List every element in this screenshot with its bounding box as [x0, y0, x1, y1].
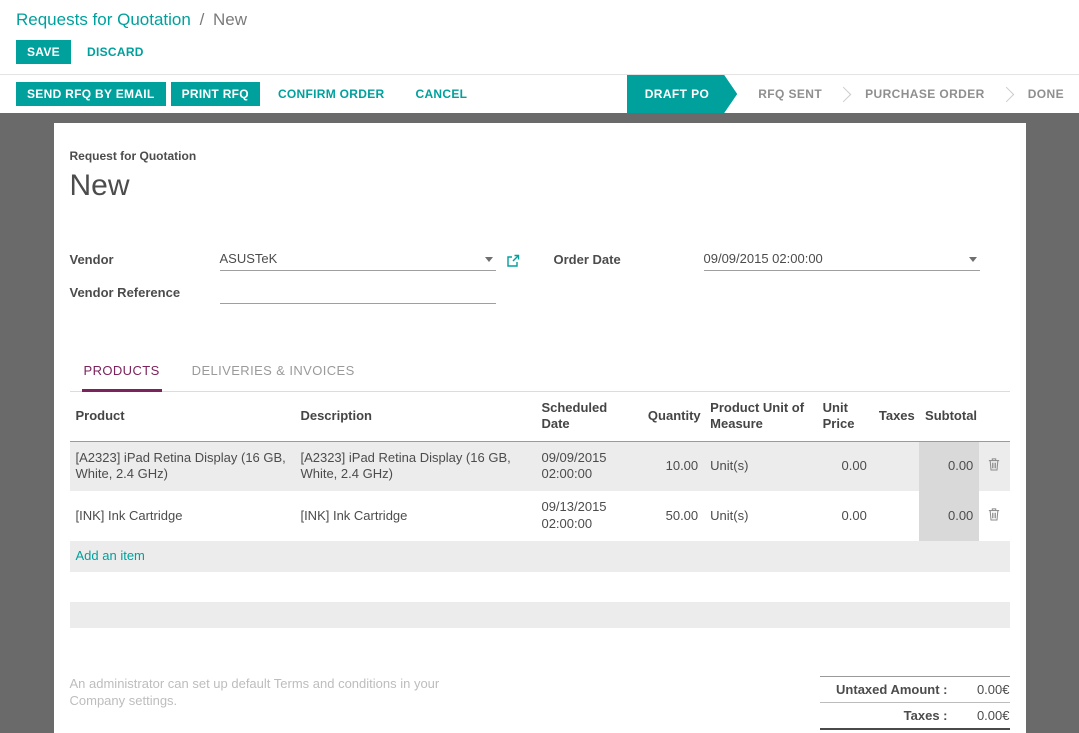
send-rfq-by-email-button[interactable]: SEND RFQ BY EMAIL: [16, 82, 166, 106]
chevron-right-icon: [998, 86, 1014, 102]
dropdown-caret-icon[interactable]: [969, 257, 977, 262]
page-title: New: [70, 169, 1010, 203]
breadcrumb-parent-link[interactable]: Requests for Quotation: [16, 10, 191, 29]
delete-row-button[interactable]: [979, 491, 1009, 541]
order-date-value: 09/09/2015 02:00:00: [704, 251, 823, 266]
order-lines-table: Product Description Scheduled Date Quant…: [70, 392, 1010, 572]
add-item-row: Add an item: [70, 541, 1010, 572]
confirm-order-button[interactable]: CONFIRM ORDER: [278, 87, 385, 101]
breadcrumb: Requests for Quotation / New: [0, 0, 1079, 34]
terms-placeholder: An administrator can set up default Term…: [70, 676, 440, 708]
statusbar: DRAFT PO RFQ SENT PURCHASE ORDER DONE: [627, 75, 1079, 113]
cell-quantity[interactable]: 50.00: [642, 491, 704, 541]
status-step-draft-po[interactable]: DRAFT PO: [627, 75, 738, 113]
totals-panel: Untaxed Amount : 0.00€ Taxes : 0.00€ Tot…: [820, 676, 1010, 733]
vendor-reference-label: Vendor Reference: [70, 285, 220, 304]
cell-description[interactable]: [INK] Ink Cartridge: [294, 491, 535, 541]
total-row: Total : 0.00€: [820, 728, 1010, 733]
cell-quantity[interactable]: 10.00: [642, 441, 704, 491]
col-header-actions: [979, 392, 1009, 441]
discard-button[interactable]: DISCARD: [87, 45, 144, 59]
breadcrumb-separator: /: [200, 10, 205, 29]
save-button[interactable]: SAVE: [16, 40, 71, 64]
vendor-input[interactable]: ASUSTeK: [220, 249, 496, 271]
dropdown-caret-icon[interactable]: [485, 257, 493, 262]
cell-unit-price[interactable]: 0.00: [817, 491, 873, 541]
form-sheet: Request for Quotation New Vendor ASUSTeK: [54, 123, 1026, 733]
cell-product[interactable]: [INK] Ink Cartridge: [70, 491, 295, 541]
sheet-subtitle: Request for Quotation: [70, 149, 1010, 163]
untaxed-amount-row: Untaxed Amount : 0.00€: [820, 676, 1010, 702]
cancel-button[interactable]: CANCEL: [416, 87, 468, 101]
order-date-input[interactable]: 09/09/2015 02:00:00: [704, 249, 980, 271]
col-header-scheduled-date: Scheduled Date: [535, 392, 641, 441]
col-header-quantity: Quantity: [642, 392, 704, 441]
notebook-tabs: PRODUCTS DELIVERIES & INVOICES: [70, 355, 1010, 392]
table-row: [A2323] iPad Retina Display (16 GB, Whit…: [70, 441, 1010, 491]
action-buttons: SEND RFQ BY EMAIL PRINT RFQ CONFIRM ORDE…: [0, 75, 480, 113]
save-discard-bar: SAVE DISCARD: [0, 34, 1079, 75]
status-step-done[interactable]: DONE: [1013, 75, 1079, 113]
print-rfq-button[interactable]: PRINT RFQ: [171, 82, 260, 106]
breadcrumb-current: New: [213, 10, 247, 29]
vendor-reference-input[interactable]: [220, 284, 496, 304]
cell-taxes[interactable]: [873, 441, 919, 491]
empty-section-strip: [70, 602, 1010, 628]
terms-and-conditions-textarea[interactable]: An administrator can set up default Term…: [70, 676, 492, 733]
delete-row-button[interactable]: [979, 441, 1009, 491]
cell-unit-price[interactable]: 0.00: [817, 441, 873, 491]
col-header-taxes: Taxes: [873, 392, 919, 441]
col-header-product: Product: [70, 392, 295, 441]
vendor-value: ASUSTeK: [220, 251, 278, 266]
status-step-rfq-sent[interactable]: RFQ SENT: [743, 75, 837, 113]
action-toolbar: SEND RFQ BY EMAIL PRINT RFQ CONFIRM ORDE…: [0, 75, 1079, 113]
col-header-uom: Product Unit of Measure: [704, 392, 816, 441]
cell-subtotal: 0.00: [919, 491, 979, 541]
order-date-label: Order Date: [554, 252, 704, 271]
tab-products[interactable]: PRODUCTS: [82, 355, 162, 392]
cell-scheduled-date[interactable]: 09/13/2015 02:00:00: [535, 491, 641, 541]
taxes-label: Taxes :: [820, 708, 956, 723]
cell-uom[interactable]: Unit(s): [704, 441, 816, 491]
main-content-area: Request for Quotation New Vendor ASUSTeK: [0, 113, 1079, 733]
table-header-row: Product Description Scheduled Date Quant…: [70, 392, 1010, 441]
cell-product[interactable]: [A2323] iPad Retina Display (16 GB, Whit…: [70, 441, 295, 491]
external-link-icon[interactable]: [506, 254, 520, 268]
cell-subtotal: 0.00: [919, 441, 979, 491]
col-header-subtotal: Subtotal: [919, 392, 979, 441]
status-step-purchase-order[interactable]: PURCHASE ORDER: [850, 75, 1000, 113]
taxes-row: Taxes : 0.00€: [820, 702, 1010, 728]
cell-uom[interactable]: Unit(s): [704, 491, 816, 541]
trash-icon: [988, 507, 1000, 521]
app-window: Requests for Quotation / New SAVE DISCAR…: [0, 0, 1079, 733]
untaxed-amount-value: 0.00€: [956, 682, 1010, 697]
add-an-item-link[interactable]: Add an item: [76, 548, 145, 563]
untaxed-amount-label: Untaxed Amount :: [820, 682, 956, 697]
control-panel: Requests for Quotation / New SAVE DISCAR…: [0, 0, 1079, 113]
chevron-right-icon: [836, 86, 852, 102]
trash-icon: [988, 457, 1000, 471]
vendor-label: Vendor: [70, 252, 220, 271]
tab-deliveries-invoices[interactable]: DELIVERIES & INVOICES: [190, 355, 357, 391]
footer-section: An administrator can set up default Term…: [70, 676, 1010, 733]
taxes-value: 0.00€: [956, 708, 1010, 723]
form-fields: Vendor ASUSTeK Vendor Reference: [70, 249, 1010, 317]
cell-scheduled-date[interactable]: 09/09/2015 02:00:00: [535, 441, 641, 491]
cell-taxes[interactable]: [873, 491, 919, 541]
col-header-description: Description: [294, 392, 535, 441]
col-header-unit-price: Unit Price: [817, 392, 873, 441]
table-row: [INK] Ink Cartridge [INK] Ink Cartridge …: [70, 491, 1010, 541]
cell-description[interactable]: [A2323] iPad Retina Display (16 GB, Whit…: [294, 441, 535, 491]
